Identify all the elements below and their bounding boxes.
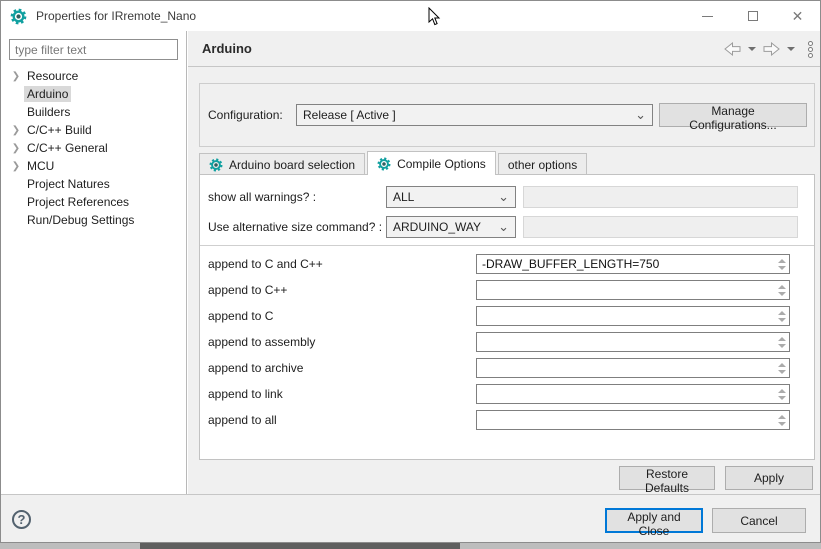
sidebar-item-mcu[interactable]: ❯ MCU [1, 157, 186, 175]
sidebar-item-arduino[interactable]: Arduino [1, 85, 186, 103]
alternative-size-label: Use alternative size command? : [208, 220, 382, 234]
back-history-dropdown-icon[interactable] [748, 47, 756, 51]
tab-arduino-board-selection[interactable]: Arduino board selection [199, 153, 365, 175]
page-title: Arduino [202, 41, 252, 56]
chevron-right-icon[interactable]: ❯ [8, 71, 24, 82]
chevron-down-icon: ⌄ [635, 110, 646, 120]
configuration-label: Configuration: [208, 108, 296, 122]
append-row: append to all [200, 407, 814, 433]
cancel-button[interactable]: Cancel [712, 508, 806, 533]
configuration-group: Configuration: Release [ Active ] ⌄ Mana… [199, 83, 815, 147]
title-bar[interactable]: Properties for IRremote_Nano ✕ [1, 1, 820, 31]
spinner-icon[interactable] [775, 334, 788, 350]
page-header: Arduino [188, 31, 821, 67]
gear-icon [209, 158, 223, 172]
append-rows: append to C and C++ append to C++ append… [200, 251, 814, 433]
background-window-sliver [0, 543, 821, 549]
append-c-and-cpp-input[interactable] [476, 254, 790, 274]
tab-other-options[interactable]: other options [498, 153, 587, 175]
chevron-down-icon: ⌄ [498, 192, 509, 202]
minimize-button[interactable] [685, 1, 730, 31]
append-row: append to link [200, 381, 814, 407]
tab-compile-options[interactable]: Compile Options [367, 151, 496, 175]
size-command-select[interactable]: ARDUINO_WAY ⌄ [386, 216, 516, 238]
apply-and-close-button[interactable]: Apply and Close [605, 508, 703, 533]
sidebar-item-cpp-build[interactable]: ❯ C/C++ Build [1, 121, 186, 139]
sidebar-item-builders[interactable]: Builders [1, 103, 186, 121]
sidebar-item-project-references[interactable]: Project References [1, 193, 186, 211]
forward-history-dropdown-icon[interactable] [787, 47, 795, 51]
maximize-button[interactable] [730, 1, 775, 31]
restore-defaults-button[interactable]: Restore Defaults [619, 466, 715, 490]
chevron-down-icon: ⌄ [498, 222, 509, 232]
append-row: append to C and C++ [200, 251, 814, 277]
sidebar-item-resource[interactable]: ❯ Resource [1, 67, 186, 85]
append-c-input[interactable] [476, 306, 790, 326]
forward-arrow-icon[interactable] [763, 42, 780, 56]
help-icon[interactable]: ? [12, 510, 31, 529]
spinner-icon[interactable] [775, 412, 788, 428]
back-arrow-icon[interactable] [724, 42, 741, 56]
append-all-input[interactable] [476, 410, 790, 430]
sidebar-item-run-debug[interactable]: Run/Debug Settings [1, 211, 186, 229]
spinner-icon[interactable] [775, 308, 788, 324]
spinner-icon[interactable] [775, 386, 788, 402]
append-link-input[interactable] [476, 384, 790, 404]
footer-bar: ? Apply and Close Cancel [1, 494, 820, 543]
properties-tree: ❯ Resource Arduino Builders ❯ C/C++ Buil… [1, 67, 186, 229]
sidebar-item-project-natures[interactable]: Project Natures [1, 175, 186, 193]
append-assembly-input[interactable] [476, 332, 790, 352]
manage-configurations-button[interactable]: Manage Configurations... [659, 103, 807, 127]
append-row: append to C++ [200, 277, 814, 303]
configuration-select[interactable]: Release [ Active ] ⌄ [296, 104, 653, 126]
chevron-right-icon[interactable]: ❯ [8, 161, 24, 172]
main-pane: Arduino Configuration: Release [ Active … [188, 31, 821, 494]
view-menu-icon[interactable] [808, 41, 813, 58]
gear-icon [377, 157, 391, 171]
append-row: append to assembly [200, 329, 814, 355]
append-cpp-input[interactable] [476, 280, 790, 300]
chevron-right-icon[interactable]: ❯ [8, 143, 24, 154]
panel-separator [200, 245, 814, 246]
spinner-icon[interactable] [775, 360, 788, 376]
chevron-right-icon[interactable]: ❯ [8, 125, 24, 136]
warnings-extra-field [523, 186, 798, 208]
append-row: append to C [200, 303, 814, 329]
size-command-extra-field [523, 216, 798, 238]
properties-dialog: Properties for IRremote_Nano ✕ ❯ Resourc… [0, 0, 821, 543]
append-row: append to archive [200, 355, 814, 381]
show-all-warnings-label: show all warnings? : [208, 190, 316, 204]
sidebar-item-cpp-general[interactable]: ❯ C/C++ General [1, 139, 186, 157]
sidebar: ❯ Resource Arduino Builders ❯ C/C++ Buil… [1, 31, 187, 494]
window-title: Properties for IRremote_Nano [36, 9, 196, 23]
apply-button[interactable]: Apply [725, 466, 813, 490]
append-archive-input[interactable] [476, 358, 790, 378]
compile-options-panel: show all warnings? : ALL ⌄ Use alternati… [199, 174, 815, 460]
spinner-icon[interactable] [775, 282, 788, 298]
warnings-select[interactable]: ALL ⌄ [386, 186, 516, 208]
gear-app-icon [10, 8, 27, 25]
tab-bar: Arduino board selection Compile Options … [199, 151, 589, 175]
close-button[interactable]: ✕ [775, 1, 820, 31]
spinner-icon[interactable] [775, 256, 788, 272]
filter-input[interactable] [9, 39, 178, 60]
